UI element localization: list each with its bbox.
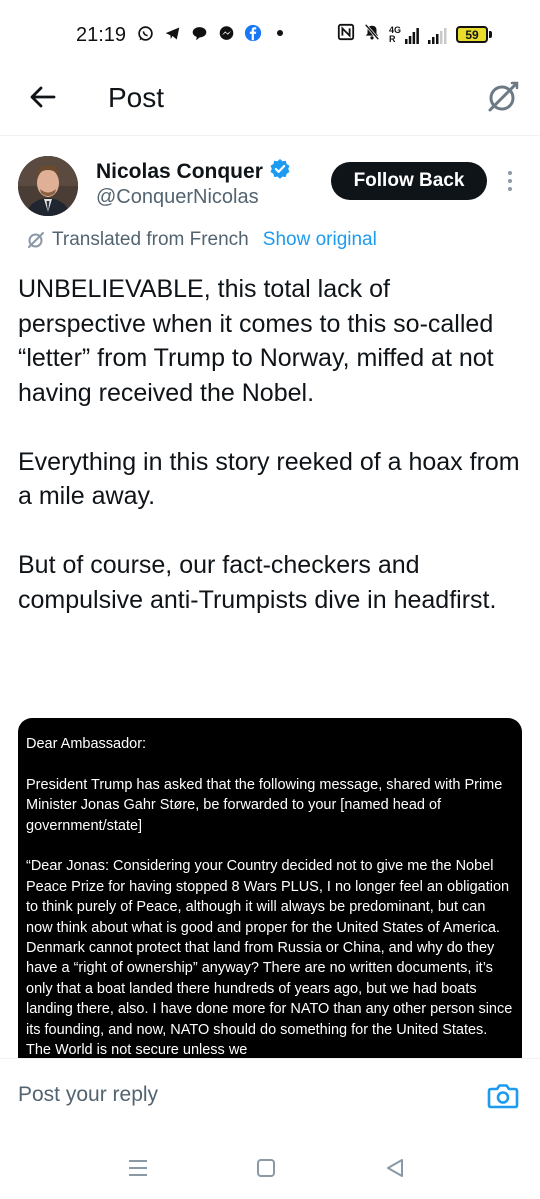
square-icon xyxy=(257,1159,275,1177)
post-media-image[interactable]: Dear Ambassador: President Trump has ask… xyxy=(18,718,522,1088)
back-button[interactable] xyxy=(26,80,60,114)
more-dot-icon xyxy=(508,171,512,175)
translation-label: Translated from French xyxy=(52,229,249,250)
author-name-row: Nicolas Conquer xyxy=(96,158,291,185)
author-handle[interactable]: @ConquerNicolas xyxy=(96,186,259,209)
menu-lines-icon xyxy=(129,1160,147,1176)
signal-icon: 4G R xyxy=(388,25,448,44)
nav-back-button[interactable] xyxy=(380,1154,410,1182)
system-icons: 4G R 59 xyxy=(337,23,492,46)
follow-back-button[interactable]: Follow Back xyxy=(331,162,487,200)
triangle-back-icon xyxy=(387,1159,403,1177)
reply-input[interactable]: Post your reply xyxy=(18,1083,158,1107)
show-original-link[interactable]: Show original xyxy=(263,229,377,251)
reply-bar: Post your reply xyxy=(0,1058,540,1136)
grok-icon xyxy=(488,81,519,112)
status-bar: 21:19 4G R 59 xyxy=(0,0,540,72)
system-nav-bar xyxy=(0,1136,540,1199)
page-title: Post xyxy=(108,82,165,113)
grok-button[interactable] xyxy=(484,78,522,116)
letter-paragraph: Dear Ambassador: xyxy=(26,736,147,752)
post-paragraph: But of course, our fact-checkers and com… xyxy=(18,551,497,614)
more-options-button[interactable] xyxy=(500,166,520,196)
more-dot-icon xyxy=(508,187,512,191)
translation-row: Translated from French Show original xyxy=(26,229,377,251)
dot-icon xyxy=(271,24,289,42)
network-roaming: R xyxy=(388,33,396,44)
battery-icon: 59 xyxy=(456,26,492,43)
chat-bubble-icon xyxy=(190,24,208,42)
letter-text: Dear Ambassador: President Trump has ask… xyxy=(18,718,522,1060)
avatar[interactable] xyxy=(18,156,78,216)
nav-recents-button[interactable] xyxy=(123,1154,153,1182)
post-paragraph: Everything in this story reeked of a hoa… xyxy=(18,447,520,511)
messenger-icon xyxy=(217,24,235,42)
post-text: UNBELIEVABLE, this total lack of perspec… xyxy=(18,272,522,652)
verified-badge-icon xyxy=(269,158,291,185)
nav-home-button[interactable] xyxy=(251,1154,281,1182)
nfc-icon xyxy=(337,23,355,46)
letter-paragraph: President Trump has asked that the follo… xyxy=(26,776,503,834)
mute-icon xyxy=(363,23,381,46)
back-arrow-icon xyxy=(30,86,56,108)
grok-translate-icon xyxy=(28,232,44,248)
top-bar: Post xyxy=(0,72,540,136)
more-dot-icon xyxy=(508,179,512,183)
letter-paragraph: “Dear Jonas: Considering your Country de… xyxy=(26,858,513,1059)
whatsapp-icon xyxy=(136,24,154,42)
post-author: Nicolas Conquer @ConquerNicolas Follow B… xyxy=(0,150,540,230)
facebook-icon xyxy=(244,24,262,42)
camera-button[interactable] xyxy=(486,1079,520,1113)
battery-level: 59 xyxy=(456,26,488,43)
post-paragraph: UNBELIEVABLE, this total lack of perspec… xyxy=(18,275,494,407)
camera-icon xyxy=(487,1084,519,1109)
telegram-icon xyxy=(163,24,181,42)
notification-icons xyxy=(136,24,289,42)
author-name[interactable]: Nicolas Conquer xyxy=(96,160,263,184)
status-time: 21:19 xyxy=(76,24,127,46)
